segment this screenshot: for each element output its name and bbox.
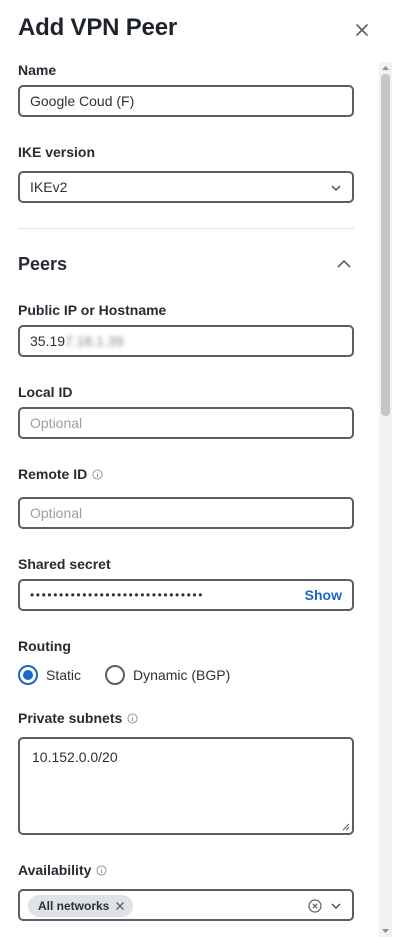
dialog-title: Add VPN Peer [18,14,177,41]
routing-label: Routing [18,638,71,654]
ike-version-select[interactable]: IKEv2 [18,171,354,203]
routing-options: Static Dynamic (BGP) [18,665,230,685]
remote-id-label: Remote ID [18,466,103,482]
chevron-up-icon[interactable] [336,258,352,270]
dialog-body: Name Google Coud (F) IKE version IKEv2 P… [0,56,378,937]
routing-dynamic-radio[interactable] [105,665,126,685]
scrollbar-thumb[interactable] [381,74,390,416]
peers-section-title: Peers [18,254,68,274]
chevron-down-icon [331,185,341,192]
clear-circle-icon[interactable] [308,899,322,913]
show-secret-button[interactable]: Show [305,587,342,603]
local-id-label: Local ID [18,384,73,400]
availability-label: Availability [18,862,107,878]
ike-version-label: IKE version [18,144,96,160]
info-icon[interactable] [127,712,138,724]
resize-grip-icon[interactable] [341,822,350,831]
info-icon[interactable] [96,864,107,876]
availability-chip: All networks [28,895,134,917]
private-subnets-textarea[interactable]: 10.152.0.0/20 [18,737,354,835]
close-icon[interactable] [352,20,372,40]
section-divider [18,228,354,229]
local-id-input[interactable]: Optional [18,407,354,439]
routing-static-label[interactable]: Static [46,667,81,683]
scroll-up-arrow-icon[interactable] [381,65,390,71]
routing-static-radio[interactable] [18,665,38,685]
public-ip-input[interactable]: 35.19 7.16.1.39 [18,325,354,357]
scroll-down-arrow-icon[interactable] [381,928,390,934]
chip-remove-icon[interactable] [115,901,125,911]
info-icon[interactable] [92,468,103,480]
scrollbar[interactable] [379,62,392,937]
availability-multiselect[interactable]: All networks [18,889,354,921]
remote-id-input[interactable]: Optional [18,497,354,529]
shared-secret-label: Shared secret [18,556,111,572]
shared-secret-input[interactable]: •••••••••••••••••••••••••••••• Show [18,579,354,611]
name-input[interactable]: Google Coud (F) [18,85,354,117]
private-subnets-label: Private subnets [18,710,138,726]
public-ip-label: Public IP or Hostname [18,302,167,318]
chevron-down-icon[interactable] [330,900,342,912]
obscured-text: 7.16.1.39 [65,333,124,349]
name-label: Name [18,62,57,78]
routing-dynamic-label[interactable]: Dynamic (BGP) [133,667,230,683]
